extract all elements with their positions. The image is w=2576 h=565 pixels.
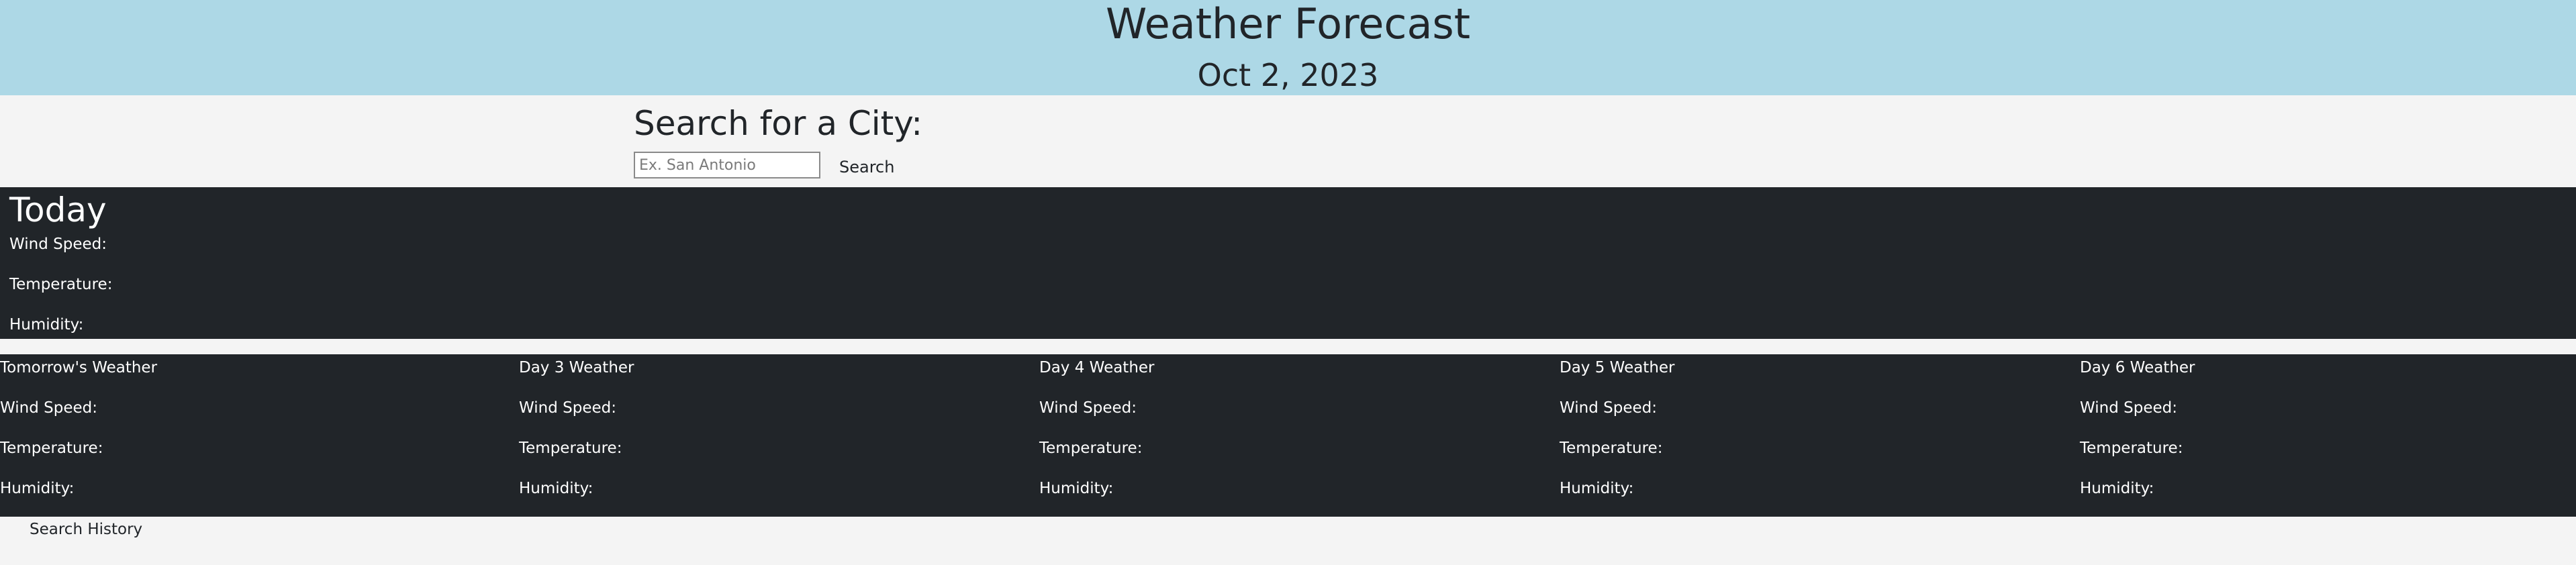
search-button[interactable]: Search bbox=[831, 152, 902, 183]
forecast-humidity: Humidity: bbox=[1560, 480, 1634, 497]
forecast-temperature: Temperature: bbox=[2080, 440, 2183, 457]
forecast-day-title: Day 5 Weather bbox=[1560, 359, 1675, 376]
forecast-humidity: Humidity: bbox=[1039, 480, 1114, 497]
forecast-wind-speed: Wind Speed: bbox=[1039, 399, 1137, 417]
forecast-temperature: Temperature: bbox=[0, 440, 103, 457]
forecast-temperature: Temperature: bbox=[1560, 440, 1663, 457]
today-title: Today bbox=[9, 191, 107, 229]
page-title: Weather Forecast bbox=[1105, 0, 1471, 48]
forecast-wind-speed: Wind Speed: bbox=[0, 399, 97, 417]
header-banner: Weather Forecast Oct 2, 2023 bbox=[0, 0, 2576, 95]
forecast-day-title: Day 3 Weather bbox=[519, 359, 634, 376]
forecast-wind-speed: Wind Speed: bbox=[1560, 399, 1657, 417]
forecast-humidity: Humidity: bbox=[2080, 480, 2154, 497]
city-search-input[interactable] bbox=[634, 152, 820, 178]
forecast-temperature: Temperature: bbox=[1039, 440, 1143, 457]
forecast-day-card: Day 4 Weather Wind Speed: Temperature: H… bbox=[1039, 354, 1560, 517]
forecast-temperature: Temperature: bbox=[519, 440, 622, 457]
current-date: Oct 2, 2023 bbox=[1197, 57, 1379, 93]
forecast-wind-speed: Wind Speed: bbox=[519, 399, 616, 417]
forecast-day-title: Tomorrow's Weather bbox=[0, 359, 158, 376]
today-temperature: Temperature: bbox=[9, 276, 113, 293]
forecast-day-title: Day 6 Weather bbox=[2080, 359, 2195, 376]
forecast-humidity: Humidity: bbox=[519, 480, 593, 497]
forecast-day-card: Day 3 Weather Wind Speed: Temperature: H… bbox=[519, 354, 1039, 517]
forecast-panel: Tomorrow's Weather Wind Speed: Temperatu… bbox=[0, 354, 2576, 517]
today-wind-speed: Wind Speed: bbox=[9, 236, 107, 253]
today-humidity: Humidity: bbox=[9, 316, 84, 333]
forecast-day-card: Day 5 Weather Wind Speed: Temperature: H… bbox=[1560, 354, 2080, 517]
search-history-label: Search History bbox=[30, 521, 143, 538]
forecast-day-card: Day 6 Weather Wind Speed: Temperature: H… bbox=[2080, 354, 2576, 517]
forecast-day-card: Tomorrow's Weather Wind Speed: Temperatu… bbox=[0, 354, 520, 517]
forecast-humidity: Humidity: bbox=[0, 480, 75, 497]
forecast-wind-speed: Wind Speed: bbox=[2080, 399, 2177, 417]
search-heading: Search for a City: bbox=[634, 104, 923, 143]
forecast-day-title: Day 4 Weather bbox=[1039, 359, 1155, 376]
today-weather-panel: Today Wind Speed: Temperature: Humidity: bbox=[0, 187, 2576, 339]
